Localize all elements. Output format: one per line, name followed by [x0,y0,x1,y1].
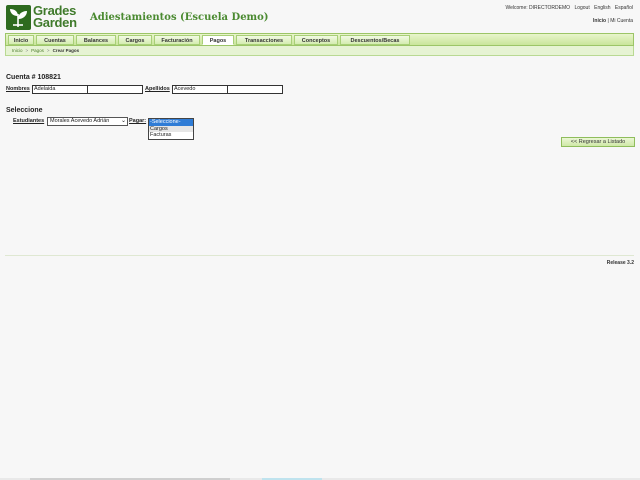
tab-facturacion[interactable]: Facturación [154,35,200,45]
english-link[interactable]: English [594,5,610,11]
breadcrumb: Inicio > Pagos > Crear Pagos [5,46,634,56]
brand-line2: Garden [33,15,77,30]
tab-inicio[interactable]: Inicio [8,35,34,45]
welcome-label: Welcome: [505,5,528,11]
leaf-logo-icon [6,5,31,30]
tab-conceptos[interactable]: Conceptos [294,35,338,45]
account-title: Cuenta # 108821 [6,74,61,81]
apellidos-field[interactable]: Acevedo [172,85,228,94]
release-label: Release 3.2 [606,260,634,266]
spanish-link[interactable]: Español [615,5,633,11]
footer-divider [5,255,634,256]
tab-balances[interactable]: Balances [76,35,116,45]
nombres-label: Nombres [6,86,30,92]
tab-transacciones[interactable]: Transacciones [236,35,292,45]
breadcrumb-current: Crear Pagos [52,48,80,53]
pagar-option-facturas[interactable]: Facturas [149,132,193,139]
breadcrumb-separator: > [46,48,50,53]
students-label: Estudiantes [13,118,45,124]
breadcrumb-pagos[interactable]: Pagos [31,48,44,53]
breadcrumb-inicio[interactable]: Inicio [12,48,23,53]
logout-link[interactable]: Logout [574,5,589,11]
students-selected-value: Morales Acevedo Adrián [50,118,110,124]
tab-pagos[interactable]: Pagos [202,35,234,45]
link-separator: | [607,18,609,24]
nombres-field-2[interactable] [87,85,143,94]
chevron-down-icon: ⌄ [120,118,126,124]
main-nav: Inicio Cuentas Balances Cargos Facturaci… [5,33,634,46]
tab-descuentos-becas[interactable]: Descuentos/Becas [340,35,410,45]
user-bar: Welcome: DIRECTORDEMO Logout English Esp… [505,5,633,11]
tab-cuentas[interactable]: Cuentas [36,35,74,45]
pagar-listbox[interactable]: -Seleccione- Cargos Facturas [148,118,194,140]
app-title: Adiestamientos (Escuela Demo) [90,12,269,23]
my-account-link[interactable]: Mi Cuenta [610,18,633,24]
apellidos-field-2[interactable] [227,85,283,94]
tab-cargos[interactable]: Cargos [118,35,152,45]
breadcrumb-separator: > [25,48,29,53]
students-select[interactable]: Morales Acevedo Adrián ⌄ [47,117,128,126]
pagar-label: Pagar: [129,118,147,124]
brand-logo: Grades Garden [6,4,84,31]
apellidos-label: Apellidos [145,86,170,92]
back-to-list-button[interactable]: << Regresar a Listado [561,137,635,147]
nombres-field[interactable]: Adelaida [32,85,88,94]
username: DIRECTORDEMO [529,5,571,11]
select-section-title: Seleccione [6,107,43,114]
home-link[interactable]: Inicio [593,18,606,24]
brand-name: Grades Garden [33,4,77,30]
account-links: Inicio | Mi Cuenta [593,18,633,24]
